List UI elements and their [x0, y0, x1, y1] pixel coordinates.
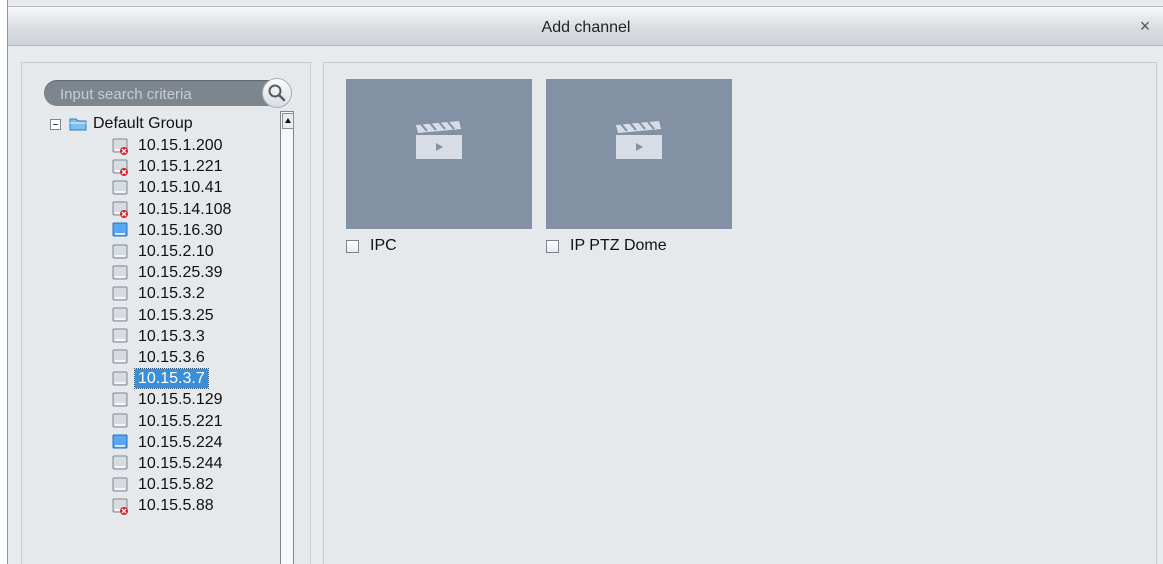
tree-device-10-15-3-3[interactable]: 10.15.3.3	[50, 326, 270, 347]
ip-ptz-dome-label: IP PTZ Dome	[570, 237, 667, 254]
device-icon	[112, 244, 128, 259]
tree-device-label: 10.15.2.10	[138, 243, 214, 261]
tree-device-10-15-5-82[interactable]: 10.15.5.82	[50, 474, 270, 495]
device-icon	[112, 138, 128, 155]
tree-device-label: 10.15.5.88	[138, 497, 214, 515]
tree-device-10-15-3-25[interactable]: 10.15.3.25	[50, 305, 270, 326]
tree-device-label: 10.15.3.2	[138, 285, 205, 303]
close-icon[interactable]: ×	[1134, 15, 1156, 37]
channel-option[interactable]: IPC	[346, 236, 532, 256]
device-icon	[112, 455, 128, 470]
device-icon	[112, 434, 128, 449]
ipc-label: IPC	[370, 237, 397, 254]
tree-scrollbar[interactable]	[280, 111, 294, 564]
tree-device-label: 10.15.10.41	[138, 179, 223, 197]
tree-device-10-15-5-244[interactable]: 10.15.5.244	[50, 453, 270, 474]
device-tree: Default Group 10.15.1.200 10.15.1.221 10.1…	[50, 113, 270, 564]
dialog-titlebar: Add channel ×	[8, 6, 1163, 46]
search-icon[interactable]	[262, 78, 292, 108]
tree-device-label: 10.15.5.224	[138, 433, 223, 451]
ip-ptz-dome-checkbox[interactable]	[546, 239, 559, 253]
device-icon	[112, 413, 128, 428]
tree-device-label: 10.15.5.82	[138, 476, 214, 494]
tree-device-label: 10.15.3.25	[138, 306, 214, 324]
channel-card-ip-ptz-dome[interactable]: IP PTZ Dome	[546, 79, 732, 256]
device-icon	[112, 180, 128, 195]
device-icon	[112, 201, 128, 219]
channel-type-panel: IPC IP PTZ Dome	[323, 62, 1157, 564]
tree-device-10-15-16-30[interactable]: 10.15.16.30	[50, 220, 270, 241]
search-box	[44, 78, 292, 108]
tree-device-10-15-5-88[interactable]: 10.15.5.88	[50, 495, 270, 516]
device-icon	[112, 159, 128, 176]
scroll-up-icon[interactable]	[282, 113, 294, 129]
device-icon	[112, 328, 128, 343]
device-icon	[112, 371, 128, 386]
folder-icon	[69, 118, 87, 131]
device-icon	[112, 349, 128, 364]
channel-option[interactable]: IP PTZ Dome	[546, 236, 732, 256]
tree-device-10-15-1-200[interactable]: 10.15.1.200	[50, 135, 270, 156]
tree-device-label: 10.15.3.6	[138, 348, 205, 366]
dialog-title: Add channel	[541, 19, 631, 36]
add-channel-dialog: Add channel × Default Group 10.15.1	[7, 0, 1163, 564]
device-icon	[112, 265, 128, 280]
device-icon	[112, 307, 128, 322]
device-icon	[112, 222, 128, 237]
tree-device-label: 10.15.5.129	[138, 391, 223, 409]
tree-device-10-15-5-129[interactable]: 10.15.5.129	[50, 389, 270, 410]
tree-device-10-15-3-2[interactable]: 10.15.3.2	[50, 283, 270, 304]
video-clapper-icon	[416, 121, 462, 159]
tree-device-label: 10.15.3.3	[138, 327, 205, 345]
tree-device-label: 10.15.5.244	[138, 454, 223, 472]
tree-root-default-group[interactable]: Default Group	[50, 113, 270, 135]
tree-device-10-15-3-7[interactable]: 10.15.3.7	[50, 368, 270, 390]
ipc-checkbox[interactable]	[346, 239, 359, 253]
collapse-icon[interactable]	[50, 118, 61, 130]
tree-device-10-15-25-39[interactable]: 10.15.25.39	[50, 262, 270, 283]
tree-device-10-15-1-221[interactable]: 10.15.1.221	[50, 156, 270, 177]
channel-card-ipc[interactable]: IPC	[346, 79, 532, 256]
tree-device-label: 10.15.3.7	[134, 368, 209, 390]
tree-device-10-15-5-221[interactable]: 10.15.5.221	[50, 410, 270, 431]
tree-device-10-15-3-6[interactable]: 10.15.3.6	[50, 347, 270, 368]
device-icon	[112, 477, 128, 492]
tree-root-label: Default Group	[93, 115, 193, 132]
tree-device-label: 10.15.1.221	[138, 158, 223, 176]
tree-device-label: 10.15.1.200	[138, 137, 223, 155]
tree-device-10-15-5-224[interactable]: 10.15.5.224	[50, 432, 270, 453]
tree-device-label: 10.15.14.108	[138, 200, 232, 218]
device-icon	[112, 392, 128, 407]
video-clapper-icon	[616, 121, 662, 159]
tree-device-label: 10.15.25.39	[138, 264, 223, 282]
tree-device-10-15-2-10[interactable]: 10.15.2.10	[50, 241, 270, 262]
channel-thumbnail[interactable]	[546, 79, 732, 229]
device-tree-panel: Default Group 10.15.1.200 10.15.1.221 10.1…	[21, 62, 311, 564]
tree-device-10-15-10-41[interactable]: 10.15.10.41	[50, 177, 270, 198]
search-input[interactable]	[58, 83, 256, 105]
device-icon	[112, 286, 128, 301]
tree-device-label: 10.15.5.221	[138, 412, 223, 430]
channel-thumbnail[interactable]	[346, 79, 532, 229]
tree-device-10-15-14-108[interactable]: 10.15.14.108	[50, 199, 270, 220]
tree-device-label: 10.15.16.30	[138, 221, 223, 239]
device-icon	[112, 498, 128, 515]
